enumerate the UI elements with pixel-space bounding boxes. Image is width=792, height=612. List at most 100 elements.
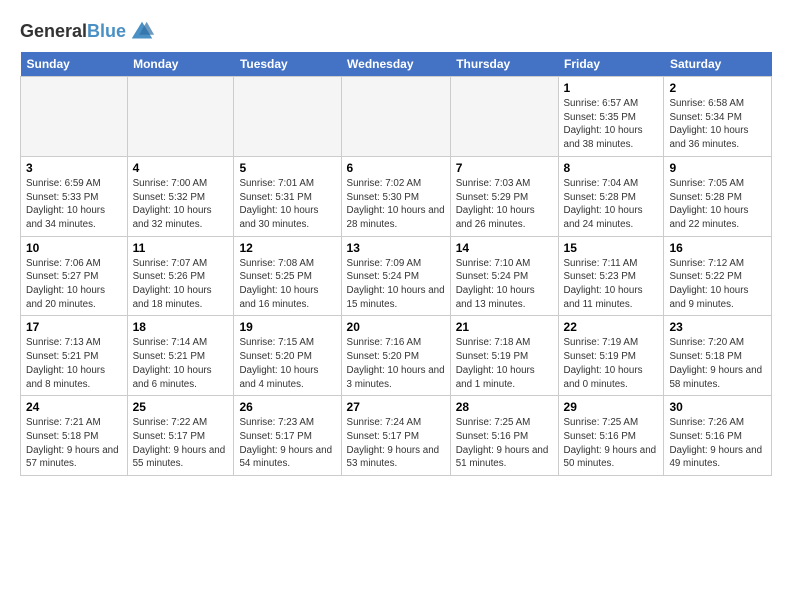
day-number: 17 [26,320,122,334]
day-number: 10 [26,241,122,255]
calendar-cell: 5 Sunrise: 7:01 AMSunset: 5:31 PMDaylight… [234,156,341,236]
day-info: Sunrise: 7:10 AMSunset: 5:24 PMDaylight:… [456,257,553,312]
calendar-cell: 12Sunrise: 7:08 AMSunset: 5:25 PMDayligh… [234,236,341,316]
calendar-cell: 22Sunrise: 7:19 AMSunset: 5:19 PMDayligh… [558,316,664,396]
day-info: Sunrise: 7:06 AMSunset: 5:27 PMDaylight:… [26,257,122,312]
day-info: Sunrise: 7:26 AMSunset: 5:16 PMDaylight:… [669,416,766,471]
col-header-monday: Monday [127,52,234,77]
calendar-cell [127,77,234,157]
calendar-cell: 3 Sunrise: 6:59 AMSunset: 5:33 PMDaylight… [21,156,128,236]
logo: GeneralBlue [20,18,156,46]
calendar-cell: 29 Sunrise: 7:25 AMSunset: 5:16 PMDayligh… [558,396,664,476]
day-info: Sunrise: 7:04 AMSunset: 5:28 PMDaylight:… [564,177,659,232]
day-number: 15 [564,241,659,255]
day-info: Sunrise: 7:08 AMSunset: 5:25 PMDaylight:… [239,257,335,312]
calendar-cell: 2 Sunrise: 6:58 AMSunset: 5:34 PMDaylight… [664,77,772,157]
calendar-cell: 21Sunrise: 7:18 AMSunset: 5:19 PMDayligh… [450,316,558,396]
calendar-cell: 7Sunrise: 7:03 AMSunset: 5:29 PMDaylight… [450,156,558,236]
calendar-cell: 10 Sunrise: 7:06 AMSunset: 5:27 PMDayligh… [21,236,128,316]
calendar-cell [234,77,341,157]
calendar-cell [341,77,450,157]
calendar-cell: 23 Sunrise: 7:20 AMSunset: 5:18 PMDayligh… [664,316,772,396]
calendar-cell [21,77,128,157]
day-info: Sunrise: 7:25 AMSunset: 5:16 PMDaylight:… [456,416,553,471]
day-number: 30 [669,400,766,414]
day-number: 21 [456,320,553,334]
day-number: 20 [347,320,445,334]
day-number: 23 [669,320,766,334]
day-number: 6 [347,161,445,175]
day-info: Sunrise: 7:24 AMSunset: 5:17 PMDaylight:… [347,416,445,471]
calendar-table: SundayMondayTuesdayWednesdayThursdayFrid… [20,52,772,476]
day-info: Sunrise: 7:05 AMSunset: 5:28 PMDaylight:… [669,177,766,232]
calendar-cell: 4 Sunrise: 7:00 AMSunset: 5:32 PMDaylight… [127,156,234,236]
logo-icon [128,18,156,46]
day-info: Sunrise: 7:15 AMSunset: 5:20 PMDaylight:… [239,336,335,391]
day-number: 1 [564,81,659,95]
day-info: Sunrise: 7:00 AMSunset: 5:32 PMDaylight:… [133,177,229,232]
calendar-cell: 14 Sunrise: 7:10 AMSunset: 5:24 PMDayligh… [450,236,558,316]
day-number: 27 [347,400,445,414]
calendar-cell: 11 Sunrise: 7:07 AMSunset: 5:26 PMDayligh… [127,236,234,316]
day-number: 24 [26,400,122,414]
day-number: 19 [239,320,335,334]
day-info: Sunrise: 6:58 AMSunset: 5:34 PMDaylight:… [669,97,766,152]
day-info: Sunrise: 7:07 AMSunset: 5:26 PMDaylight:… [133,257,229,312]
calendar-cell: 25 Sunrise: 7:22 AMSunset: 5:17 PMDayligh… [127,396,234,476]
col-header-sunday: Sunday [21,52,128,77]
day-info: Sunrise: 7:20 AMSunset: 5:18 PMDaylight:… [669,336,766,391]
calendar-cell: 24 Sunrise: 7:21 AMSunset: 5:18 PMDayligh… [21,396,128,476]
calendar-cell: 27 Sunrise: 7:24 AMSunset: 5:17 PMDayligh… [341,396,450,476]
day-number: 14 [456,241,553,255]
day-info: Sunrise: 7:09 AMSunset: 5:24 PMDaylight:… [347,257,445,312]
day-number: 11 [133,241,229,255]
calendar-cell: 13 Sunrise: 7:09 AMSunset: 5:24 PMDayligh… [341,236,450,316]
calendar-cell: 28 Sunrise: 7:25 AMSunset: 5:16 PMDayligh… [450,396,558,476]
day-number: 26 [239,400,335,414]
day-number: 29 [564,400,659,414]
day-number: 3 [26,161,122,175]
calendar-cell: 20 Sunrise: 7:16 AMSunset: 5:20 PMDayligh… [341,316,450,396]
logo-text: GeneralBlue [20,22,126,42]
day-info: Sunrise: 7:13 AMSunset: 5:21 PMDaylight:… [26,336,122,391]
day-info: Sunrise: 7:02 AMSunset: 5:30 PMDaylight:… [347,177,445,232]
day-number: 5 [239,161,335,175]
day-number: 25 [133,400,229,414]
day-info: Sunrise: 7:25 AMSunset: 5:16 PMDaylight:… [564,416,659,471]
day-number: 28 [456,400,553,414]
col-header-wednesday: Wednesday [341,52,450,77]
day-number: 2 [669,81,766,95]
col-header-thursday: Thursday [450,52,558,77]
calendar-cell: 1 Sunrise: 6:57 AMSunset: 5:35 PMDaylight… [558,77,664,157]
calendar-cell: 26 Sunrise: 7:23 AMSunset: 5:17 PMDayligh… [234,396,341,476]
day-info: Sunrise: 7:22 AMSunset: 5:17 PMDaylight:… [133,416,229,471]
calendar-cell: 19 Sunrise: 7:15 AMSunset: 5:20 PMDayligh… [234,316,341,396]
day-number: 9 [669,161,766,175]
calendar-cell: 8 Sunrise: 7:04 AMSunset: 5:28 PMDaylight… [558,156,664,236]
day-info: Sunrise: 7:21 AMSunset: 5:18 PMDaylight:… [26,416,122,471]
day-info: Sunrise: 7:11 AMSunset: 5:23 PMDaylight:… [564,257,659,312]
day-number: 13 [347,241,445,255]
calendar-cell: 17 Sunrise: 7:13 AMSunset: 5:21 PMDayligh… [21,316,128,396]
day-number: 18 [133,320,229,334]
calendar-cell: 15 Sunrise: 7:11 AMSunset: 5:23 PMDayligh… [558,236,664,316]
day-number: 4 [133,161,229,175]
calendar-cell: 16 Sunrise: 7:12 AMSunset: 5:22 PMDayligh… [664,236,772,316]
col-header-friday: Friday [558,52,664,77]
day-info: Sunrise: 7:19 AMSunset: 5:19 PMDaylight:… [564,336,659,391]
day-info: Sunrise: 7:23 AMSunset: 5:17 PMDaylight:… [239,416,335,471]
calendar-cell: 9 Sunrise: 7:05 AMSunset: 5:28 PMDaylight… [664,156,772,236]
col-header-saturday: Saturday [664,52,772,77]
calendar-cell: 18Sunrise: 7:14 AMSunset: 5:21 PMDayligh… [127,316,234,396]
day-number: 8 [564,161,659,175]
day-number: 7 [456,161,553,175]
day-info: Sunrise: 7:12 AMSunset: 5:22 PMDaylight:… [669,257,766,312]
calendar-cell: 6 Sunrise: 7:02 AMSunset: 5:30 PMDaylight… [341,156,450,236]
day-info: Sunrise: 6:57 AMSunset: 5:35 PMDaylight:… [564,97,659,152]
day-info: Sunrise: 7:01 AMSunset: 5:31 PMDaylight:… [239,177,335,232]
calendar-cell [450,77,558,157]
day-info: Sunrise: 7:16 AMSunset: 5:20 PMDaylight:… [347,336,445,391]
day-info: Sunrise: 6:59 AMSunset: 5:33 PMDaylight:… [26,177,122,232]
calendar-cell: 30 Sunrise: 7:26 AMSunset: 5:16 PMDayligh… [664,396,772,476]
day-number: 16 [669,241,766,255]
